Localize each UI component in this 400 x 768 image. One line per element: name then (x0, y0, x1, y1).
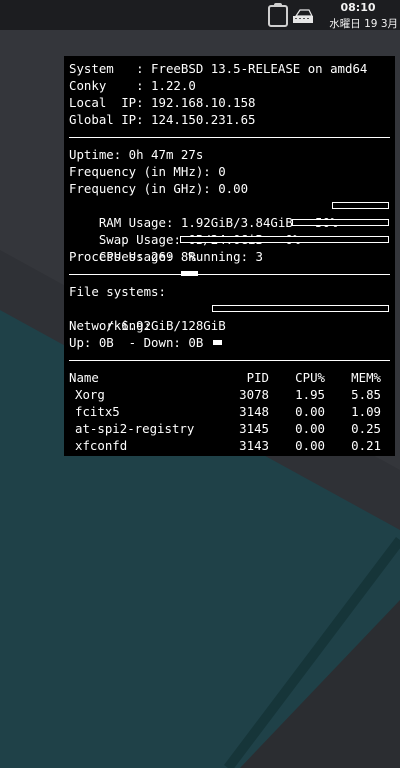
process-mem: 5.85 (351, 387, 381, 402)
process-mem: 0.21 (351, 438, 381, 453)
cpu-usage-bar (180, 236, 389, 276)
ram-usage-row: RAM Usage: 1.92GiB/3.84GiB - 50% (69, 197, 390, 242)
process-mem: 0.25 (351, 421, 381, 436)
process-row: fcitx5 3148 0.00 1.09 (69, 403, 390, 420)
process-pid: 3148 (239, 404, 269, 419)
swap-usage-row: Swap Usage: 0B/24.0GiB - 0% (69, 214, 390, 247)
process-name: fcitx5 (75, 404, 120, 419)
process-row: xfconfd 3143 0.00 0.21 (69, 437, 390, 454)
global-ip: Global IP: 124.150.231.65 (69, 112, 256, 127)
process-name: xfconfd (75, 438, 128, 453)
top-panel: 08:10 水曜日 19 3月 (0, 0, 400, 30)
conky-version: Conky : 1.22.0 (69, 78, 196, 93)
clipboard-icon[interactable] (268, 3, 288, 27)
system-info: System : FreeBSD 13.5-RELEASE on amd64 (69, 61, 368, 76)
frequency-ghz: Frequency (in GHz): 0.00 (69, 181, 249, 196)
clock-date[interactable]: 水曜日 19 3月 (318, 16, 398, 31)
keyboard-input-icon[interactable] (292, 8, 316, 24)
process-name: at-spi2-registry (75, 421, 195, 436)
process-mem: 1.09 (351, 404, 381, 419)
separator (69, 137, 390, 138)
network-traffic: Up: 0B - Down: 0B (69, 335, 204, 350)
col-name-header: Name (69, 370, 99, 385)
filesystem-root-row: / 6.92GiB/128GiB (69, 300, 390, 345)
clock-time[interactable]: 08:10 (336, 1, 380, 14)
process-pid: 3145 (239, 421, 269, 436)
process-pid: 3143 (239, 438, 269, 453)
process-row: Xorg 3078 1.95 5.85 (69, 386, 390, 403)
local-ip: Local IP: 192.168.10.158 (69, 95, 256, 110)
process-pid: 3078 (239, 387, 269, 402)
frequency-mhz: Frequency (in MHz): 0 (69, 164, 226, 179)
process-row: at-spi2-registry 3145 0.00 0.25 (69, 420, 390, 437)
ram-usage-bar (332, 202, 389, 242)
process-cpu: 1.95 (295, 387, 325, 402)
process-cpu: 0.00 (295, 438, 325, 453)
filesystem-root-bar (212, 305, 389, 345)
conky-monitor-panel: System : FreeBSD 13.5-RELEASE on amd64 C… (64, 56, 395, 456)
process-name: Xorg (75, 387, 105, 402)
networking-label: Networking: (69, 318, 152, 333)
uptime: Uptime: 0h 47m 27s (69, 147, 204, 162)
process-cpu: 0.00 (295, 421, 325, 436)
cpu-usage-row: CPU Usage: 8% (69, 231, 390, 276)
processes: Processes: 269 Running: 3 (69, 249, 263, 264)
process-cpu: 0.00 (295, 404, 325, 419)
cpu-usage-fill (181, 271, 198, 276)
swap-usage-bar (292, 219, 389, 226)
filesystems-label: File systems: (69, 284, 166, 299)
